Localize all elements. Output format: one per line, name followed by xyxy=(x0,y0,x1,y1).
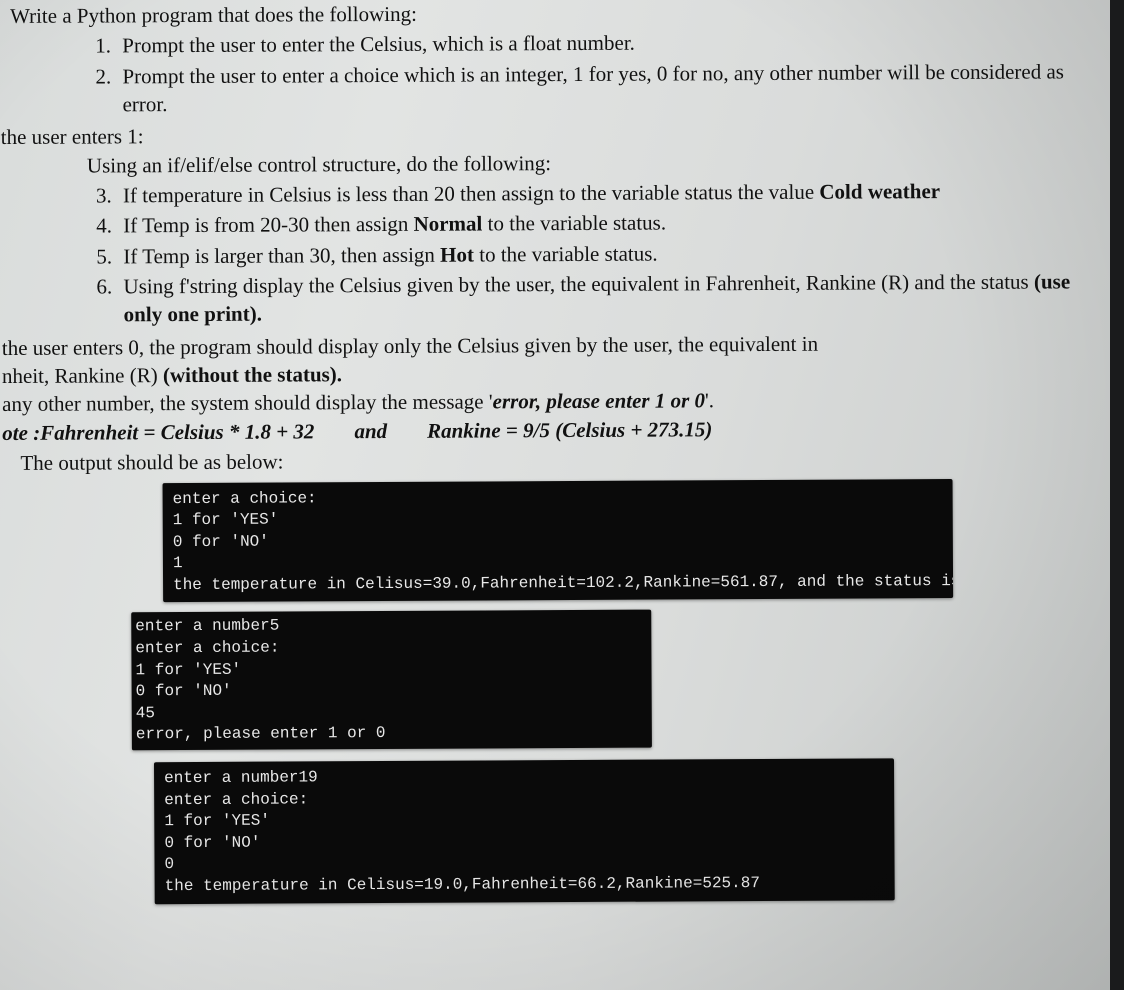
step-5: If Temp is larger than 30, then assign H… xyxy=(117,237,1093,270)
formula-and: and xyxy=(354,419,387,443)
t2-l3: 1 for 'YES' xyxy=(135,660,241,679)
step-6: Using f'string display the Celsius given… xyxy=(117,267,1093,329)
step-3: If temperature in Celsius is less than 2… xyxy=(117,176,1093,209)
note-label: ote : xyxy=(2,421,40,445)
intro-line: Write a Python program that does the fol… xyxy=(10,0,1092,30)
terminal-output-2: enter a number5 enter a choice: 1 for 'Y… xyxy=(131,610,652,750)
t3-l3: 1 for 'YES' xyxy=(164,812,270,831)
steps-list-1: Prompt the user to enter the Celsius, wh… xyxy=(0,27,1092,120)
t2-l1: enter a number5 xyxy=(135,617,279,636)
t1-l1: enter a choice: xyxy=(173,489,317,508)
t2-l6: error, please enter 1 or 0 xyxy=(136,724,386,743)
assignment-page: Write a Python program that does the fol… xyxy=(0,0,1110,990)
step-4-a: If Temp is from 20-30 then assign xyxy=(123,212,413,238)
if-user-0-b-text: nheit, Rankine (R) xyxy=(2,363,163,388)
t2-l4: 0 for 'NO' xyxy=(136,682,232,701)
t1-l4: 1 xyxy=(173,554,183,572)
formula-fahrenheit: Fahrenheit = Celsius * 1.8 + 32 xyxy=(40,419,314,444)
t3-l1: enter a number19 xyxy=(164,768,318,787)
step-3-bold: Cold weather xyxy=(819,179,940,204)
step-1: Prompt the user to enter the Celsius, wh… xyxy=(116,27,1092,60)
t2-l2: enter a choice: xyxy=(135,639,279,658)
t3-l4: 0 for 'NO' xyxy=(164,833,260,852)
t1-l3: 0 for 'NO' xyxy=(173,532,269,551)
step-5-a: If Temp is larger than 30, then assign xyxy=(123,242,440,268)
without-status: (without the status). xyxy=(163,362,342,387)
formula-rankine: Rankine = 9/5 (Celsius + 273.15) xyxy=(427,417,712,442)
output-intro: The output should be as below: xyxy=(20,443,1094,477)
step-6-a: Using f'string display the Celsius given… xyxy=(123,270,1034,299)
step-4-b: to the variable status. xyxy=(482,211,666,236)
terminal-output-3: enter a number19 enter a choice: 1 for '… xyxy=(154,758,895,903)
steps-list-2: If temperature in Celsius is less than 2… xyxy=(1,176,1094,329)
any-other-b: '. xyxy=(705,389,714,413)
step-5-b: to the variable status. xyxy=(474,241,658,266)
t2-l5: 45 xyxy=(136,704,155,722)
step-3-text: If temperature in Celsius is less than 2… xyxy=(123,180,819,208)
terminal-output-1: enter a choice: 1 for 'YES' 0 for 'NO' 1… xyxy=(163,479,954,603)
content: Write a Python program that does the fol… xyxy=(0,0,1110,915)
t1-l5a: the temperature in Celisus=39.0,Fahrenhe… xyxy=(173,572,953,594)
t3-l5: 0 xyxy=(164,856,174,874)
step-5-hot: Hot xyxy=(440,242,474,266)
background-strip xyxy=(1110,0,1124,990)
t3-l2: enter a choice: xyxy=(164,790,308,809)
any-other-a: any other number, the system should disp… xyxy=(2,390,493,417)
using-line: Using an if/elif/else control structure,… xyxy=(87,146,1093,180)
step-4-normal: Normal xyxy=(413,212,482,236)
t1-l2: 1 for 'YES' xyxy=(173,511,279,530)
any-other-err: error, please enter 1 or 0 xyxy=(493,389,705,414)
step-4: If Temp is from 20-30 then assign Normal… xyxy=(117,207,1093,240)
formula-line: ote :Fahrenheit = Celsius * 1.8 + 32 and R… xyxy=(2,413,1094,447)
step-2: Prompt the user to enter a choice which … xyxy=(116,57,1092,119)
t3-l6: the temperature in Celisus=19.0,Fahrenhe… xyxy=(165,874,760,895)
